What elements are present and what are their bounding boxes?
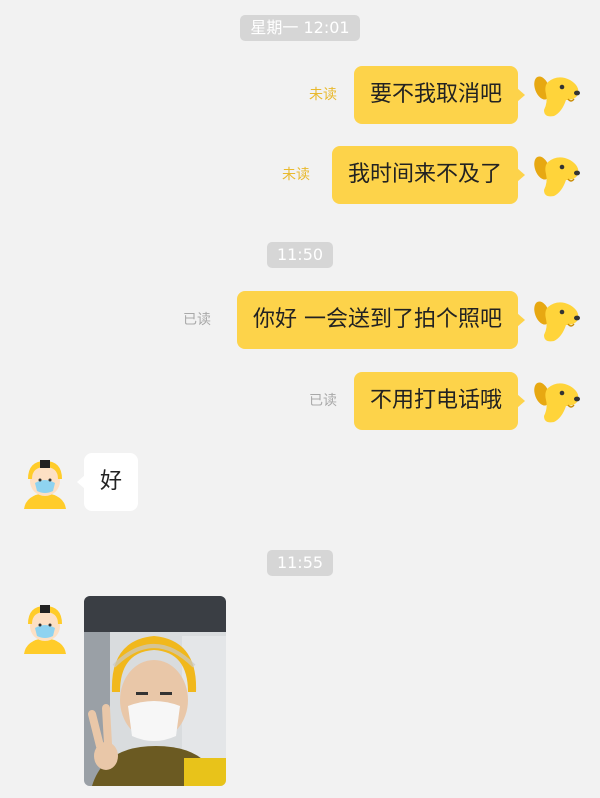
courier-selfie-photo — [84, 596, 226, 786]
unread-status: 未读 — [309, 87, 337, 103]
courier-helmet-icon[interactable] — [18, 455, 72, 509]
message-bubble[interactable]: 我时间来不及了 — [331, 146, 526, 204]
read-status: 已读 — [183, 312, 211, 328]
message-bubble[interactable]: 你好 一会送到了拍个照吧 — [237, 291, 525, 349]
yellow-dog-icon[interactable] — [528, 68, 582, 122]
message-bubble[interactable]: 不用打电话哦 — [353, 372, 526, 430]
yellow-dog-icon[interactable] — [528, 374, 582, 428]
photo-message[interactable] — [84, 596, 226, 786]
yellow-dog-icon[interactable] — [528, 293, 582, 347]
yellow-dog-icon[interactable] — [528, 148, 582, 202]
message-bubble[interactable]: 要不我取消吧 — [353, 66, 526, 124]
unread-status: 未读 — [282, 167, 310, 183]
read-status: 已读 — [309, 393, 337, 409]
timestamp: 11:50 — [0, 242, 600, 268]
courier-helmet-icon[interactable] — [18, 600, 72, 654]
timestamp: 星期一 12:01 — [0, 15, 600, 41]
message-bubble[interactable]: 好 — [76, 453, 139, 511]
timestamp: 11:55 — [0, 550, 600, 576]
